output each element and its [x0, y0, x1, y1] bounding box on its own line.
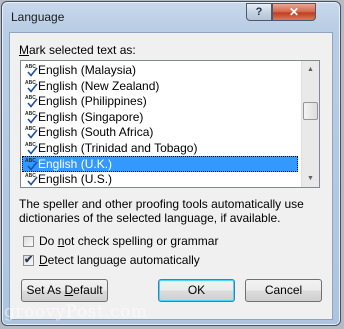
set-as-default-button[interactable]: Set As Default [21, 279, 108, 302]
window-title: Language [11, 10, 65, 24]
checkmark-icon: ✔ [24, 254, 34, 266]
svg-text:ABC: ABC [25, 173, 36, 179]
svg-text:ABC: ABC [25, 142, 36, 148]
language-item[interactable]: ABC English (Singapore) [22, 109, 298, 125]
vertical-scrollbar[interactable]: ▲ ▼ [301, 61, 319, 187]
language-dialog: Language ? ✕ Mark selected text as: ABC E… [1, 1, 341, 326]
language-list[interactable]: ABC English (Malaysia) ABC English (New Zea… [20, 60, 320, 188]
language-label: English (U.S.) [38, 172, 113, 187]
svg-text:ABC: ABC [25, 126, 36, 132]
close-button[interactable]: ✕ [272, 3, 316, 21]
info-text-line1: The speller and other proofing tools aut… [19, 197, 304, 211]
spell-check-icon: ABC [25, 80, 38, 93]
detect-language-label[interactable]: Detect language automatically [39, 253, 200, 267]
language-label: English (U.K.) [38, 156, 113, 171]
language-item[interactable]: ABC English (U.S.) [22, 171, 298, 187]
spell-check-icon: ABC [25, 111, 38, 124]
detect-language-checkbox[interactable]: ✔ [23, 254, 34, 266]
language-item[interactable]: ABC English (Malaysia) [22, 62, 298, 78]
svg-text:ABC: ABC [25, 158, 36, 164]
language-label: English (New Zealand) [38, 78, 160, 93]
language-label: English (Philippines) [38, 94, 147, 109]
language-item[interactable]: ABC English (South Africa) [22, 124, 298, 140]
language-label: English (Malaysia) [38, 63, 137, 77]
svg-text:ABC: ABC [25, 80, 36, 86]
language-label: English (South Africa) [38, 125, 154, 140]
spell-check-icon: ABC [25, 173, 38, 186]
scroll-thumb[interactable] [303, 102, 318, 120]
scroll-down-icon[interactable]: ▼ [302, 170, 319, 187]
spell-check-icon: ABC [25, 126, 38, 140]
spell-check-icon: ABC [25, 64, 38, 77]
dialog-body: Mark selected text as: ABC English (Malay… [9, 32, 333, 320]
info-text-line2: dictionaries of the selected language, i… [19, 211, 281, 225]
language-item[interactable]: ABC English (U.K.) [22, 155, 298, 172]
no-check-label[interactable]: Do not check spelling or grammar [39, 234, 218, 248]
spell-check-icon: ABC [25, 158, 38, 171]
watermark: groovyPost.com [4, 302, 148, 322]
ok-button[interactable]: OK [158, 279, 235, 302]
language-item[interactable]: ABC English (Philippines) [22, 93, 298, 109]
svg-text:ABC: ABC [25, 64, 36, 70]
cancel-button[interactable]: Cancel [245, 279, 322, 302]
spell-check-icon: ABC [25, 95, 38, 108]
mark-selected-label: Mark selected text as: [19, 43, 136, 57]
language-item[interactable]: ABC English (Trinidad and Tobago) [22, 140, 298, 156]
svg-text:ABC: ABC [25, 111, 36, 117]
no-check-checkbox[interactable] [23, 236, 34, 247]
language-item[interactable]: ABC English (New Zealand) [22, 78, 298, 94]
svg-text:ABC: ABC [25, 95, 36, 101]
help-button[interactable]: ? [246, 3, 272, 21]
scroll-up-icon[interactable]: ▲ [302, 61, 319, 78]
language-label: English (Singapore) [38, 109, 144, 124]
spell-check-icon: ABC [25, 142, 38, 155]
language-label: English (Trinidad and Tobago) [38, 141, 198, 155]
